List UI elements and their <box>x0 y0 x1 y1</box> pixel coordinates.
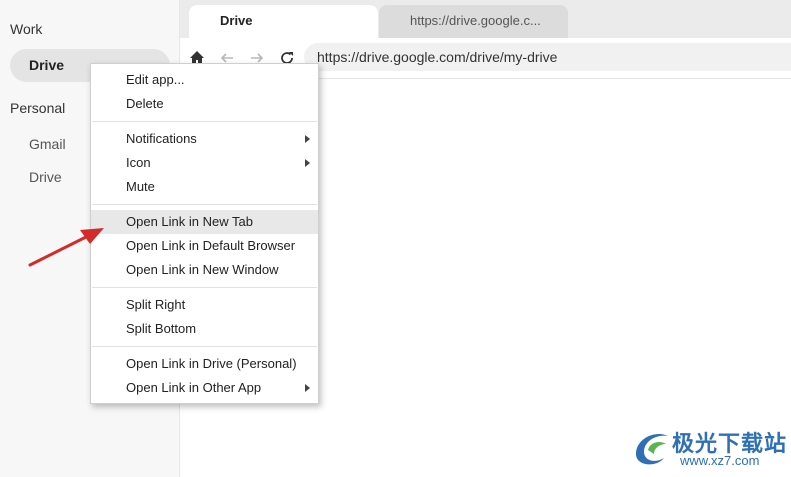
annotation-arrow-icon <box>28 228 104 267</box>
watermark: 极光下载站 www.xz7.com <box>630 420 790 475</box>
watermark-url: www.xz7.com <box>680 453 760 468</box>
watermark-logo-icon <box>636 434 668 465</box>
